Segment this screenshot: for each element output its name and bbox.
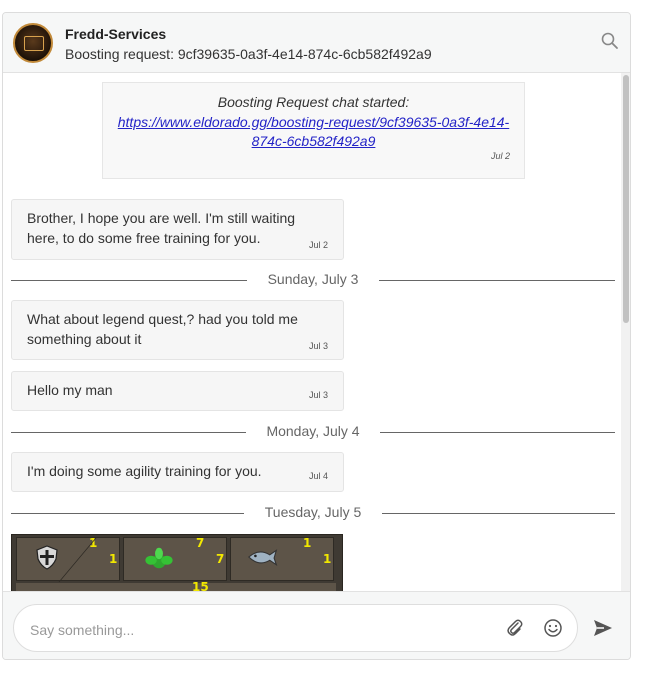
boosting-request-link[interactable]: https://www.eldorado.gg/boosting-request… <box>118 114 509 150</box>
fishing-icon <box>247 549 278 567</box>
message-text: here, to do some free training for you. <box>27 229 261 246</box>
game-screenshot-image[interactable]: 1 1 7 7 1 1 15 <box>11 534 343 591</box>
defence-icon <box>36 545 58 570</box>
message-bubble: Hello my man Jul 3 <box>11 371 344 411</box>
skill-row-partial: 15 <box>16 580 336 591</box>
skill-max-level: 7 <box>216 552 225 566</box>
message-time: Jul 4 <box>308 471 328 481</box>
divider-line <box>380 432 615 433</box>
date-divider: Monday, July 4 <box>11 422 615 442</box>
paperclip-icon[interactable] <box>505 618 525 638</box>
skill-slot: 1 1 <box>230 536 334 581</box>
scrollbar[interactable] <box>621 73 630 591</box>
skill-slot: 7 7 <box>123 536 227 581</box>
link-line-2: 874c-6cb582f492a9 <box>251 133 376 149</box>
message-input[interactable] <box>28 618 492 642</box>
message-composer <box>3 591 630 659</box>
date-divider-label: Monday, July 4 <box>266 423 360 439</box>
link-line-1: https://www.eldorado.gg/boosting-request… <box>117 113 510 130</box>
search-icon[interactable] <box>600 31 620 51</box>
divider-line <box>11 280 247 281</box>
message-time: Jul 3 <box>308 390 328 400</box>
emoji-icon[interactable] <box>543 618 563 638</box>
chat-title: Fredd-Services <box>65 26 167 42</box>
message-bubble: What about legend quest,? had you told m… <box>11 300 344 360</box>
send-icon[interactable] <box>592 617 614 639</box>
message-bubble: Brother, I hope you are well. I'm still … <box>11 199 344 260</box>
avatar-logo <box>24 36 44 51</box>
date-divider-label: Tuesday, July 5 <box>264 504 362 520</box>
chat-header: Fredd-Services Boosting request: 9cf3963… <box>3 13 630 73</box>
message-text: Hello my man <box>27 382 113 398</box>
divider-line <box>382 513 615 514</box>
skill-level: 1 <box>303 536 312 550</box>
skill-level: 7 <box>196 536 205 550</box>
herblore-icon <box>145 547 173 569</box>
date-divider: Tuesday, July 5 <box>11 503 615 523</box>
skill-max-level: 1 <box>323 552 332 566</box>
scrollbar-thumb[interactable] <box>623 75 629 323</box>
avatar[interactable] <box>13 23 53 63</box>
message-input-box <box>13 604 578 652</box>
date-divider: Sunday, July 3 <box>11 270 615 290</box>
system-message: Boosting Request chat started: https://w… <box>102 82 525 179</box>
message-time: Jul 2 <box>308 240 328 250</box>
message-time: Jul 2 <box>490 150 510 161</box>
divider-line <box>11 513 244 514</box>
message-text: something about it <box>27 330 142 347</box>
date-divider-label: Sunday, July 3 <box>267 271 359 287</box>
message-text: I'm doing some agility training for you. <box>27 463 262 479</box>
message-list[interactable]: Boosting Request chat started: https://w… <box>3 73 621 591</box>
partial-number: 15 <box>192 580 209 591</box>
message-text: Brother, I hope you are well. I'm still … <box>27 210 296 226</box>
divider-line <box>11 432 246 433</box>
divider-line <box>379 280 615 281</box>
skill-max-level: 1 <box>109 552 118 566</box>
skill-slot: 1 1 <box>16 536 120 582</box>
message-text: What about legend quest,? had you told m… <box>27 311 298 327</box>
message-bubble: I'm doing some agility training for you.… <box>11 452 344 492</box>
slot-separator <box>58 538 97 582</box>
system-message-text: Boosting Request chat started: <box>217 94 410 110</box>
chat-window: Fredd-Services Boosting request: 9cf3963… <box>2 12 631 660</box>
message-time: Jul 3 <box>308 341 328 351</box>
chat-subtitle: Boosting request: 9cf39635-0a3f-4e14-874… <box>65 46 432 62</box>
